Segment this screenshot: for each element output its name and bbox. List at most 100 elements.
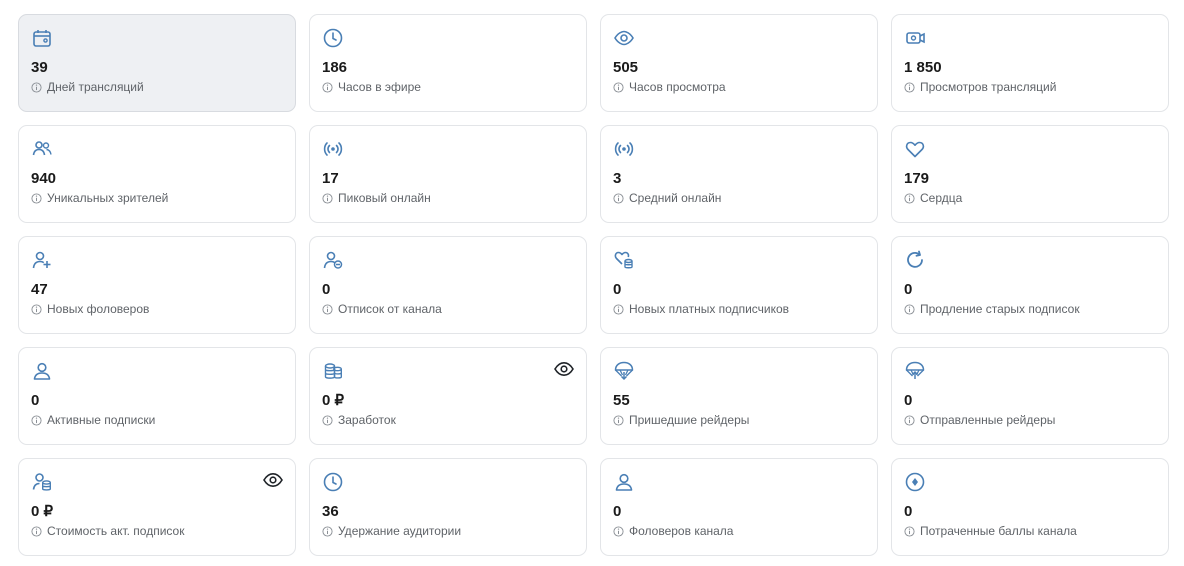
stat-value: 186 bbox=[322, 59, 348, 76]
stat-card[interactable]: 55 Пришедшие рейдеры bbox=[600, 347, 878, 445]
stat-label-row: Потраченные баллы канала bbox=[904, 524, 1156, 538]
stat-value: 940 bbox=[31, 170, 57, 187]
info-icon[interactable] bbox=[904, 303, 915, 315]
coins-icon bbox=[322, 360, 344, 382]
stat-card[interactable]: 0 Активные подписки bbox=[18, 347, 296, 445]
user-icon bbox=[613, 471, 635, 493]
broadcast-icon bbox=[613, 138, 635, 160]
info-icon[interactable] bbox=[904, 81, 915, 93]
info-icon[interactable] bbox=[322, 525, 333, 537]
info-icon[interactable] bbox=[322, 414, 333, 426]
stat-card[interactable]: 47 Новых фоловеров bbox=[18, 236, 296, 334]
calendar-icon bbox=[31, 27, 53, 49]
stat-label-row: Часов в эфире bbox=[322, 80, 574, 94]
stat-card[interactable]: 0 Отправленные рейдеры bbox=[891, 347, 1169, 445]
stat-label: Потраченные баллы канала bbox=[920, 524, 1077, 538]
stat-label: Сердца bbox=[920, 191, 963, 205]
stat-label-row: Новых фоловеров bbox=[31, 302, 283, 316]
stat-label: Удержание аудитории bbox=[338, 524, 462, 538]
stat-card[interactable]: 3 Средний онлайн bbox=[600, 125, 878, 223]
stat-card[interactable]: 1 850 Просмотров трансляций bbox=[891, 14, 1169, 112]
broadcast-icon bbox=[322, 138, 344, 160]
eye-icon bbox=[613, 27, 635, 49]
stat-label-row: Заработок bbox=[322, 413, 574, 427]
points-icon bbox=[904, 471, 926, 493]
stat-value: 3 bbox=[613, 170, 622, 187]
stat-label: Заработок bbox=[338, 413, 396, 427]
stat-label-row: Активные подписки bbox=[31, 413, 283, 427]
info-icon[interactable] bbox=[31, 303, 42, 315]
stat-label: Отписок от канала bbox=[338, 302, 442, 316]
stat-card[interactable]: 186 Часов в эфире bbox=[309, 14, 587, 112]
stat-value: 47 bbox=[31, 281, 48, 298]
stat-card[interactable]: 940 Уникальных зрителей bbox=[18, 125, 296, 223]
info-icon[interactable] bbox=[322, 192, 333, 204]
stat-value: 0 bbox=[613, 281, 622, 298]
stat-card[interactable]: 36 Удержание аудитории bbox=[309, 458, 587, 556]
stat-label-row: Отправленные рейдеры bbox=[904, 413, 1156, 427]
info-icon[interactable] bbox=[904, 192, 915, 204]
stat-value: 17 bbox=[322, 170, 339, 187]
info-icon[interactable] bbox=[613, 81, 624, 93]
stat-label: Активные подписки bbox=[47, 413, 156, 427]
stat-label-row: Средний онлайн bbox=[613, 191, 865, 205]
stat-value: 179 bbox=[904, 170, 930, 187]
info-icon[interactable] bbox=[613, 303, 624, 315]
stat-card[interactable]: 0 ₽ Стоимость акт. подписок bbox=[18, 458, 296, 556]
user-plus-icon bbox=[31, 249, 53, 271]
stat-card[interactable]: 0 ₽ Заработок bbox=[309, 347, 587, 445]
stat-label: Продление старых подписок bbox=[920, 302, 1080, 316]
stat-card[interactable]: 0 Потраченные баллы канала bbox=[891, 458, 1169, 556]
stat-label: Дней трансляций bbox=[47, 80, 144, 94]
stat-card[interactable]: 0 Продление старых подписок bbox=[891, 236, 1169, 334]
stat-label: Новых платных подписчиков bbox=[629, 302, 790, 316]
stat-label-row: Удержание аудитории bbox=[322, 524, 574, 538]
info-icon[interactable] bbox=[613, 414, 624, 426]
info-icon[interactable] bbox=[613, 525, 624, 537]
stat-label-row: Отписок от канала bbox=[322, 302, 574, 316]
stat-card[interactable]: 179 Сердца bbox=[891, 125, 1169, 223]
info-icon[interactable] bbox=[31, 81, 42, 93]
stat-value: 55 bbox=[613, 392, 630, 409]
user-coins-icon bbox=[31, 471, 53, 493]
parachute-down-icon bbox=[613, 360, 635, 382]
info-icon[interactable] bbox=[613, 192, 624, 204]
stat-label-row: Уникальных зрителей bbox=[31, 191, 283, 205]
stat-card[interactable]: 505 Часов просмотра bbox=[600, 14, 878, 112]
camera-icon bbox=[904, 27, 926, 49]
stat-card[interactable]: 0 Новых платных подписчиков bbox=[600, 236, 878, 334]
stat-value: 39 bbox=[31, 59, 48, 76]
info-icon[interactable] bbox=[31, 525, 42, 537]
visibility-toggle-icon[interactable] bbox=[554, 361, 574, 377]
stat-value: 0 bbox=[904, 281, 913, 298]
info-icon[interactable] bbox=[322, 303, 333, 315]
stat-value: 0 ₽ bbox=[31, 503, 54, 520]
info-icon[interactable] bbox=[904, 414, 915, 426]
stat-value: 36 bbox=[322, 503, 339, 520]
stat-label-row: Продление старых подписок bbox=[904, 302, 1156, 316]
users-icon bbox=[31, 138, 53, 160]
stat-card[interactable]: 39 Дней трансляций bbox=[18, 14, 296, 112]
info-icon[interactable] bbox=[322, 81, 333, 93]
stat-card[interactable]: 0 Фоловеров канала bbox=[600, 458, 878, 556]
stat-label-row: Пиковый онлайн bbox=[322, 191, 574, 205]
stat-label-row: Стоимость акт. подписок bbox=[31, 524, 283, 538]
stat-label-row: Сердца bbox=[904, 191, 1156, 205]
stat-value: 0 bbox=[31, 392, 40, 409]
stat-label: Просмотров трансляций bbox=[920, 80, 1057, 94]
stat-label-row: Фоловеров канала bbox=[613, 524, 865, 538]
visibility-toggle-icon[interactable] bbox=[263, 472, 283, 488]
stat-label-row: Новых платных подписчиков bbox=[613, 302, 865, 316]
stat-card[interactable]: 0 Отписок от канала bbox=[309, 236, 587, 334]
stat-label: Пиковый онлайн bbox=[338, 191, 431, 205]
parachute-up-icon bbox=[904, 360, 926, 382]
info-icon[interactable] bbox=[31, 414, 42, 426]
user-icon bbox=[31, 360, 53, 382]
stats-grid: 39 Дней трансляций 186 Часов в эфире 505 Часо… bbox=[18, 14, 1169, 556]
info-icon[interactable] bbox=[31, 192, 42, 204]
clock-icon bbox=[322, 471, 344, 493]
stat-label: Отправленные рейдеры bbox=[920, 413, 1056, 427]
info-icon[interactable] bbox=[904, 525, 915, 537]
stat-card[interactable]: 17 Пиковый онлайн bbox=[309, 125, 587, 223]
stat-label: Стоимость акт. подписок bbox=[47, 524, 185, 538]
